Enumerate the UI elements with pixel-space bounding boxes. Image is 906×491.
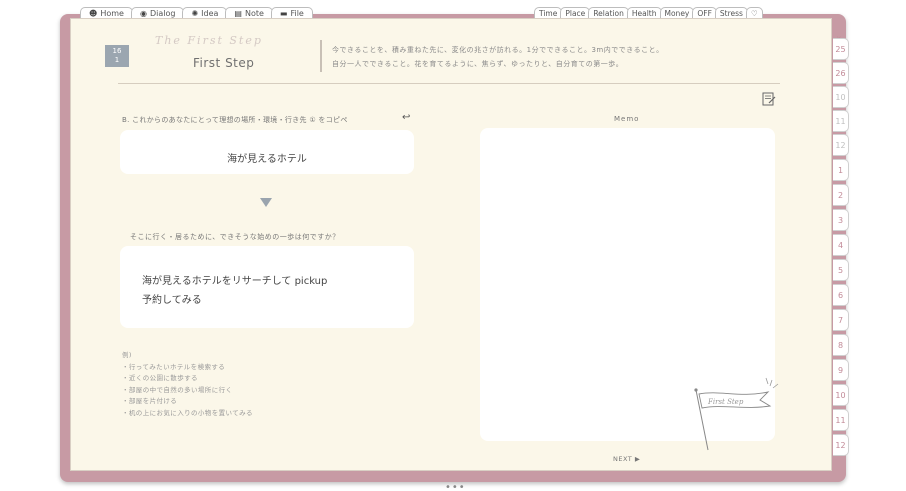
answer-1-field[interactable]: 海が見えるホテル bbox=[120, 130, 414, 174]
month-tab[interactable]: 10 bbox=[833, 86, 849, 108]
list-item: ・机の上にお気に入りの小物を置いてみる bbox=[122, 408, 253, 417]
answer-2-field[interactable]: 海が見えるホテルをリサーチして pickup 予約してみる bbox=[120, 246, 414, 328]
flag-illustration: First Step bbox=[694, 377, 779, 451]
list-item: ・行ってみたいホテルを検索する bbox=[122, 362, 226, 371]
month-tab[interactable]: 7 bbox=[833, 309, 849, 331]
page-title: First Step bbox=[193, 56, 255, 70]
next-button[interactable]: NEXT ▶ bbox=[613, 455, 640, 463]
month-tab[interactable]: 26 bbox=[833, 62, 849, 84]
month-tab[interactable]: 6 bbox=[833, 284, 849, 306]
date-badge: 16 1 bbox=[105, 45, 129, 67]
return-icon[interactable]: ↩ bbox=[402, 112, 410, 123]
month-tab[interactable]: 5 bbox=[833, 259, 849, 281]
month-tab[interactable]: 3 bbox=[833, 209, 849, 231]
drag-handle[interactable]: ••• bbox=[445, 482, 466, 491]
list-item: ・部屋の中で自然の多い場所に行く bbox=[122, 385, 233, 394]
flag-text: First Step bbox=[707, 398, 744, 406]
intro-text: 今できることを、積み重ねた先に、変化の兆さが訪れる。1分でできること。3m内でで… bbox=[332, 46, 664, 68]
list-item: ・部屋を片付ける bbox=[122, 397, 178, 405]
month-tab[interactable]: 4 bbox=[833, 234, 849, 256]
month-tab[interactable]: 25 bbox=[833, 38, 849, 60]
month-tab[interactable]: 11 bbox=[833, 409, 849, 431]
month-tab[interactable]: 9 bbox=[833, 359, 849, 381]
month-tab[interactable]: 10 bbox=[833, 384, 849, 406]
arrow-down-icon bbox=[260, 198, 272, 207]
question-1: B. これからのあなたにとって理想の場所・環境・行き先 ① をコピペ bbox=[122, 116, 348, 124]
script-title: The First Step bbox=[155, 34, 263, 47]
list-item: ・近くの公園に散歩する bbox=[122, 374, 198, 382]
header-divider bbox=[320, 40, 322, 72]
month-tab[interactable]: 2 bbox=[833, 184, 849, 206]
month-tab[interactable]: 12 bbox=[833, 134, 849, 156]
month-tab[interactable]: 8 bbox=[833, 334, 849, 356]
month-tab[interactable]: 11 bbox=[833, 110, 849, 132]
month-tab[interactable]: 1 bbox=[833, 159, 849, 181]
question-2: そこに行く・居るために、できそうな始めの一歩は何ですか？ bbox=[130, 233, 340, 241]
note-edit-icon[interactable] bbox=[761, 92, 777, 108]
header-rule bbox=[118, 83, 780, 84]
examples-list: 例) ・行ってみたいホテルを検索する ・近くの公園に散歩する ・部屋の中で自然の… bbox=[122, 350, 253, 419]
month-tab[interactable]: 12 bbox=[833, 434, 849, 456]
memo-label: Memo bbox=[614, 115, 640, 123]
